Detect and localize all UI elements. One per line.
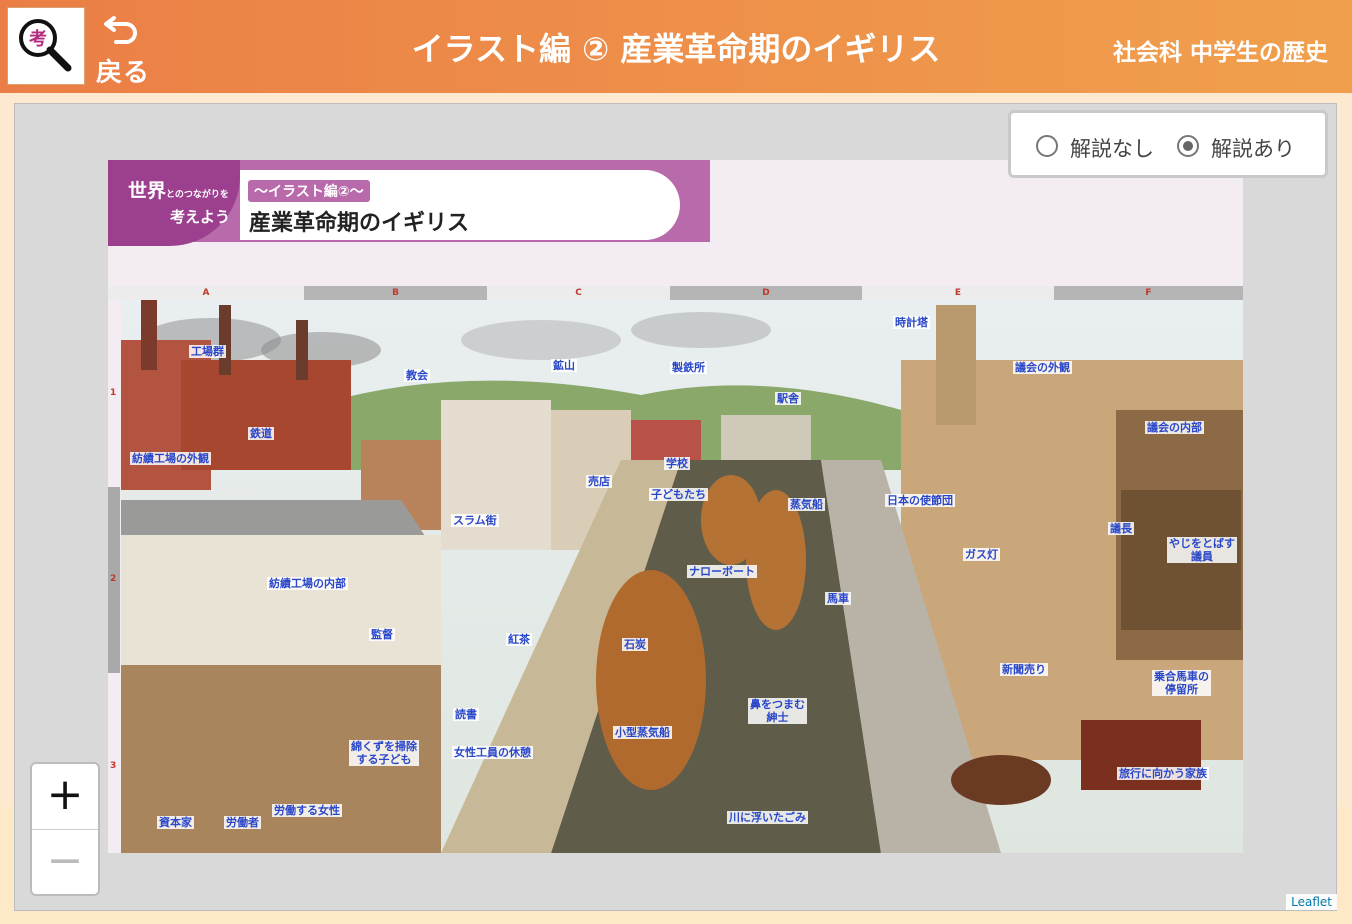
grid-row-3: 3 <box>110 761 117 771</box>
label-school[interactable]: 学校 <box>664 457 690 470</box>
plate-title: 産業革命期のイギリス <box>249 211 470 236</box>
app-header: 考 戻る イラスト編 ② 産業革命期のイギリス 社会科 中学生の歴史 <box>0 0 1352 93</box>
label-reading[interactable]: 読書 <box>453 708 479 721</box>
label-river-garbage[interactable]: 川に浮いたごみ <box>727 811 808 824</box>
label-mill-exterior[interactable]: 紡績工場の外観 <box>130 452 211 465</box>
label-narrowboat[interactable]: ナローボート <box>687 565 757 578</box>
label-parliament-exterior[interactable]: 議会の外観 <box>1013 361 1072 374</box>
label-coal[interactable]: 石炭 <box>622 638 648 651</box>
radio-no-explanation[interactable] <box>1036 135 1058 157</box>
grid-column-a: A <box>108 286 304 300</box>
zoom-control: + − <box>30 762 100 896</box>
zoom-in-button[interactable]: + <box>32 764 98 830</box>
label-small-steamboat[interactable]: 小型蒸気船 <box>613 726 672 739</box>
grid-row-1: 1 <box>110 388 117 398</box>
label-capitalist[interactable]: 資本家 <box>157 816 194 829</box>
plate-tag: 〜イラスト編②〜 <box>248 180 370 202</box>
label-steamship[interactable]: 蒸気船 <box>788 498 825 511</box>
label-carriage[interactable]: 馬車 <box>825 592 851 605</box>
badge-subtext: 考えよう <box>170 208 231 226</box>
label-station[interactable]: 駅舎 <box>775 392 801 405</box>
label-newspaper-seller[interactable]: 新聞売り <box>1000 663 1048 676</box>
radio-with-explanation[interactable] <box>1177 135 1199 157</box>
label-railway[interactable]: 鉄道 <box>248 427 274 440</box>
grid-row-2: 2 <box>110 574 117 584</box>
label-ironworks[interactable]: 製鉄所 <box>670 361 707 374</box>
label-children[interactable]: 子どもたち <box>649 488 708 501</box>
label-female-workers-break[interactable]: 女性工員の休憩 <box>452 746 533 759</box>
label-gas-lamp[interactable]: ガス灯 <box>963 548 1000 561</box>
label-parliament-interior[interactable]: 議会の内部 <box>1145 421 1204 434</box>
label-factories[interactable]: 工場群 <box>189 345 226 358</box>
label-kiosk[interactable]: 売店 <box>586 475 612 488</box>
grid-column-b: B <box>304 286 487 300</box>
badge-text: 世界とのつながりを <box>128 180 229 202</box>
grid-column-d: D <box>670 286 862 300</box>
explanation-toggle: 解説なし 解説あり <box>1008 110 1328 178</box>
zoom-out-button[interactable]: − <box>32 830 98 895</box>
label-speaker[interactable]: 議長 <box>1108 522 1134 535</box>
label-omnibus-stop[interactable]: 乗合馬車の 停留所 <box>1152 670 1211 696</box>
label-child-cleaning-lint[interactable]: 綿くずを掃除 する子ども <box>349 740 419 766</box>
grid-column-c: C <box>487 286 670 300</box>
label-slum[interactable]: スラム街 <box>451 514 499 527</box>
label-gentleman-pinching-nose[interactable]: 鼻をつまむ 紳士 <box>748 698 807 724</box>
label-mine[interactable]: 鉱山 <box>551 359 577 372</box>
label-heckling-members[interactable]: やじをとばす 議員 <box>1167 537 1237 563</box>
label-working-woman[interactable]: 労働する女性 <box>272 804 342 817</box>
radio-no-explanation-label[interactable]: 解説なし <box>1070 133 1154 163</box>
grid-column-e: E <box>862 286 1054 300</box>
leaflet-attribution-link[interactable]: Leaflet <box>1286 894 1337 910</box>
label-japanese-mission[interactable]: 日本の使節団 <box>885 494 955 507</box>
label-clock-tower[interactable]: 時計塔 <box>893 316 930 329</box>
label-overseer[interactable]: 監督 <box>369 628 395 641</box>
label-tea[interactable]: 紅茶 <box>506 633 532 646</box>
label-family-travelling[interactable]: 旅行に向かう家族 <box>1117 767 1209 780</box>
radio-with-explanation-label[interactable]: 解説あり <box>1211 133 1295 163</box>
label-mill-interior[interactable]: 紡績工場の内部 <box>267 577 348 590</box>
label-church[interactable]: 教会 <box>404 369 430 382</box>
subject-title: 社会科 中学生の歴史 <box>1112 40 1328 66</box>
grid-column-f: F <box>1054 286 1243 300</box>
label-worker[interactable]: 労働者 <box>224 816 261 829</box>
